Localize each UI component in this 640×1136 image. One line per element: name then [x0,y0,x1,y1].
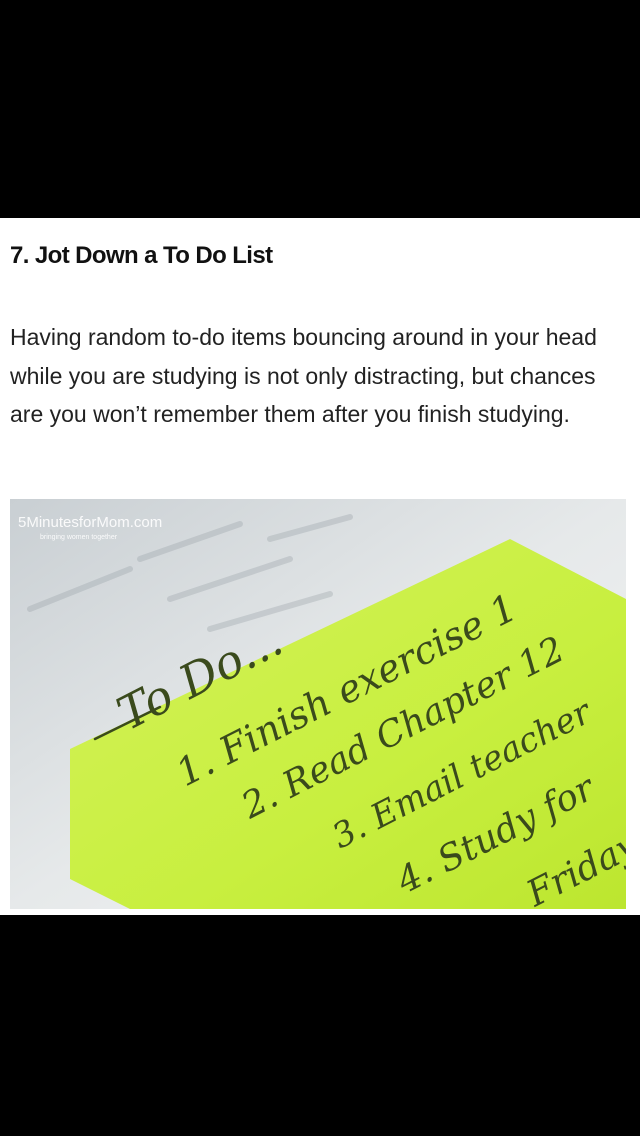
top-black-bar [0,0,640,218]
watermark-tagline: bringing women together [40,534,118,541]
section-paragraph: Having random to-do items bouncing aroun… [10,324,597,427]
section-heading: 7. Jot Down a To Do List [10,242,273,269]
article-content: 7. Jot Down a To Do List Having random t… [0,218,640,915]
watermark-brand: 5MinutesforMom.com [18,514,162,531]
bottom-black-bar [0,915,640,1136]
todo-sticky-note-photo: To Do... 1. Finish exercise 1 2. Read Ch… [10,499,626,909]
